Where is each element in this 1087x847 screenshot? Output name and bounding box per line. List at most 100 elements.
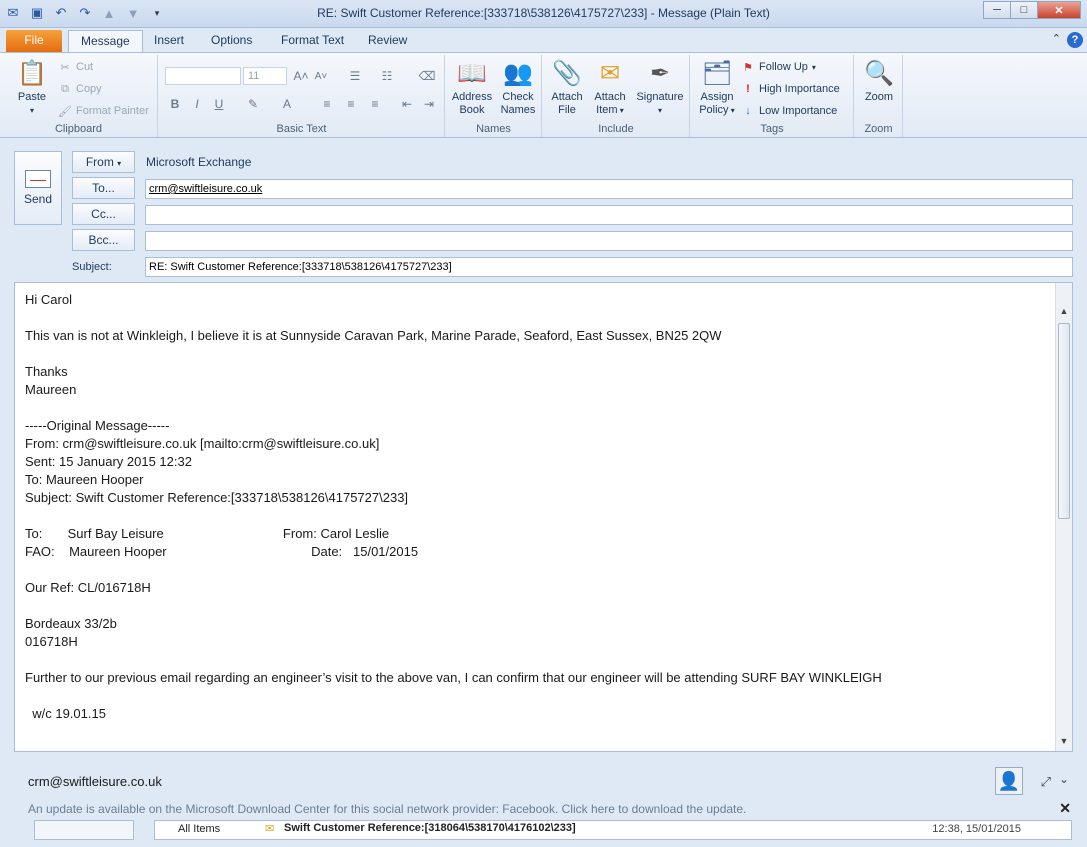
dismiss-notice-icon[interactable]: ✕ xyxy=(1059,800,1071,817)
bullets-icon[interactable]: ☰ xyxy=(345,66,365,86)
subject-label: Subject: xyxy=(72,261,112,273)
basic-text-group: 11 A ˄ A ˅ ☰ ☷ ⌫ B I U ✎ A ≡ ≡ ≡ ⇤ ⇥ Basic… xyxy=(159,55,445,137)
people-pane-email[interactable]: crm@swiftleisure.co.uk xyxy=(28,774,162,789)
scroll-thumb[interactable] xyxy=(1058,323,1070,519)
to-button[interactable]: To... xyxy=(72,177,135,199)
body-line xyxy=(25,651,1045,669)
signature-button[interactable]: ✒ Signature ▾ xyxy=(633,57,687,117)
body-scrollbar[interactable]: ▲ ▼ xyxy=(1055,283,1072,751)
cut-button[interactable]: ✂ Cut xyxy=(58,60,93,74)
expand-pane-icon[interactable]: ⤢ xyxy=(1041,774,1051,790)
bold-button[interactable]: B xyxy=(165,94,185,114)
envelope-icon: ✉ xyxy=(599,59,621,87)
activity-item-subject[interactable]: Swift Customer Reference:[318064\538170\… xyxy=(284,822,576,834)
tab-insert[interactable]: Insert xyxy=(142,30,196,52)
attach-item-button[interactable]: ✉ Attach Item ▾ xyxy=(589,57,631,117)
body-line: Sent: 15 January 2015 12:32 xyxy=(25,454,192,469)
underline-button[interactable]: U xyxy=(209,94,229,114)
font-name-combo[interactable] xyxy=(165,67,241,85)
check-names-button[interactable]: 👥 Check Names xyxy=(496,57,540,117)
message-body[interactable]: Hi Carol This van is not at Winkleigh, I … xyxy=(14,282,1073,752)
tab-message[interactable]: Message xyxy=(68,30,143,52)
align-center-icon[interactable]: ≡ xyxy=(341,94,361,114)
people-pane-activity: All Items ✉ Swift Customer Reference:[31… xyxy=(14,820,1073,840)
increase-indent-icon[interactable]: ⇥ xyxy=(419,94,439,114)
paperclip-icon: 📎 xyxy=(552,59,582,87)
paste-button[interactable]: 📋 Paste ▾ xyxy=(10,57,54,117)
attach-file-button[interactable]: 📎 Attach File xyxy=(547,57,587,117)
grow-font-button[interactable]: A ˄ xyxy=(291,66,311,86)
title-bar: ✉ ▣ ↶ ↷ ▲ ▼ ▾ RE: Swift Customer Referen… xyxy=(0,0,1087,28)
all-items-label[interactable]: All Items xyxy=(178,823,220,835)
chevron-down-icon[interactable]: ⌄ xyxy=(1059,772,1069,786)
address-book-button[interactable]: 📖 Address Book xyxy=(450,57,494,117)
follow-up-button[interactable]: ⚑ Follow Up ▾ xyxy=(741,60,816,74)
bcc-button[interactable]: Bcc... xyxy=(72,229,135,251)
mail-item-icon: ✉ xyxy=(265,823,275,835)
body-line: 016718H xyxy=(25,634,78,649)
maximize-button[interactable]: □ xyxy=(1010,1,1038,19)
message-text[interactable]: Hi Carol This van is not at Winkleigh, I … xyxy=(25,291,1045,723)
scroll-up-icon[interactable]: ▲ xyxy=(1056,303,1072,319)
zoom-button[interactable]: 🔍 Zoom xyxy=(857,57,901,104)
scroll-down-icon[interactable]: ▼ xyxy=(1056,733,1072,749)
address-book-icon: 📖 xyxy=(457,59,487,87)
bcc-field[interactable] xyxy=(145,231,1073,251)
contact-avatar-icon[interactable]: 👤 xyxy=(995,767,1023,795)
from-button[interactable]: From ▾ xyxy=(72,151,135,173)
ribbon-tabs: File Message Insert Options Format Text … xyxy=(0,28,1087,52)
cc-button[interactable]: Cc... xyxy=(72,203,135,225)
zoom-group: 🔍 Zoom Zoom xyxy=(855,55,903,137)
clipboard-group-label: Clipboard xyxy=(54,123,103,135)
low-importance-button[interactable]: ↓ Low Importance xyxy=(741,104,837,118)
format-painter-button[interactable]: 🖌 Format Painter xyxy=(58,104,149,118)
down-arrow-icon: ↓ xyxy=(745,105,751,117)
collapse-ribbon-icon[interactable]: ⌃ xyxy=(1052,32,1061,45)
minimize-button[interactable]: ─ xyxy=(983,1,1011,19)
tab-options[interactable]: Options xyxy=(199,30,264,52)
tags-group-label: Tags xyxy=(760,123,784,135)
basic-text-group-label: Basic Text xyxy=(276,123,327,135)
font-size-combo[interactable]: 11 xyxy=(243,67,287,85)
signature-pen-icon: ✒ xyxy=(649,59,671,87)
body-line: Bordeaux 33/2b xyxy=(25,616,117,631)
zoom-group-label: Zoom xyxy=(864,123,893,135)
copy-button[interactable]: ⧉ Copy xyxy=(58,82,102,96)
policy-icon: 🗂 xyxy=(701,59,733,87)
decrease-indent-icon[interactable]: ⇤ xyxy=(397,94,417,114)
clear-formatting-icon[interactable]: ⌫ xyxy=(417,66,437,86)
body-line: To: Maureen Hooper xyxy=(25,472,144,487)
body-line: Maureen xyxy=(25,382,77,397)
subject-field[interactable]: RE: Swift Customer Reference:[333718\538… xyxy=(145,257,1073,277)
names-group-label: Names xyxy=(476,123,511,135)
help-icon[interactable]: ? xyxy=(1067,32,1083,48)
check-names-icon: 👥 xyxy=(503,59,533,87)
numbering-icon[interactable]: ☷ xyxy=(377,66,397,86)
body-line: To: Surf Bay Leisure From: Carol Leslie xyxy=(25,526,390,541)
font-color-icon[interactable]: A xyxy=(277,94,297,114)
shrink-font-button[interactable]: A ˅ xyxy=(311,66,331,86)
body-line xyxy=(25,561,1045,579)
highlight-icon[interactable]: ✎ xyxy=(243,94,263,114)
names-group: 📖 Address Book 👥 Check Names Names xyxy=(446,55,542,137)
body-line: From: crm@swiftleisure.co.uk [mailto:crm… xyxy=(25,436,380,451)
window-title: RE: Swift Customer Reference:[333718\538… xyxy=(317,6,770,20)
close-button[interactable]: ✕ xyxy=(1037,1,1081,19)
body-line xyxy=(25,399,1045,417)
update-notice[interactable]: An update is available on the Microsoft … xyxy=(28,802,746,816)
assign-policy-button[interactable]: 🗂 Assign Policy ▾ xyxy=(695,57,739,117)
send-button[interactable]: Send xyxy=(14,151,62,225)
tab-file[interactable]: File xyxy=(6,30,62,52)
italic-button[interactable]: I xyxy=(187,94,207,114)
body-line: This van is not at Winkleigh, I believe … xyxy=(25,328,722,343)
align-left-icon[interactable]: ≡ xyxy=(317,94,337,114)
align-right-icon[interactable]: ≡ xyxy=(365,94,385,114)
high-importance-button[interactable]: ! High Importance xyxy=(741,82,840,96)
to-field[interactable]: crm@swiftleisure.co.uk xyxy=(145,179,1073,199)
ribbon: 📋 Paste ▾ ✂ Cut ⧉ Copy 🖌 Format Painter Clip… xyxy=(0,52,1087,138)
cc-field[interactable] xyxy=(145,205,1073,225)
body-line: FAO: Maureen Hooper Date: 15/01/2015 xyxy=(25,544,419,559)
activity-filter-box[interactable] xyxy=(34,820,134,840)
tab-review[interactable]: Review xyxy=(356,30,419,52)
tab-format-text[interactable]: Format Text xyxy=(269,30,356,52)
